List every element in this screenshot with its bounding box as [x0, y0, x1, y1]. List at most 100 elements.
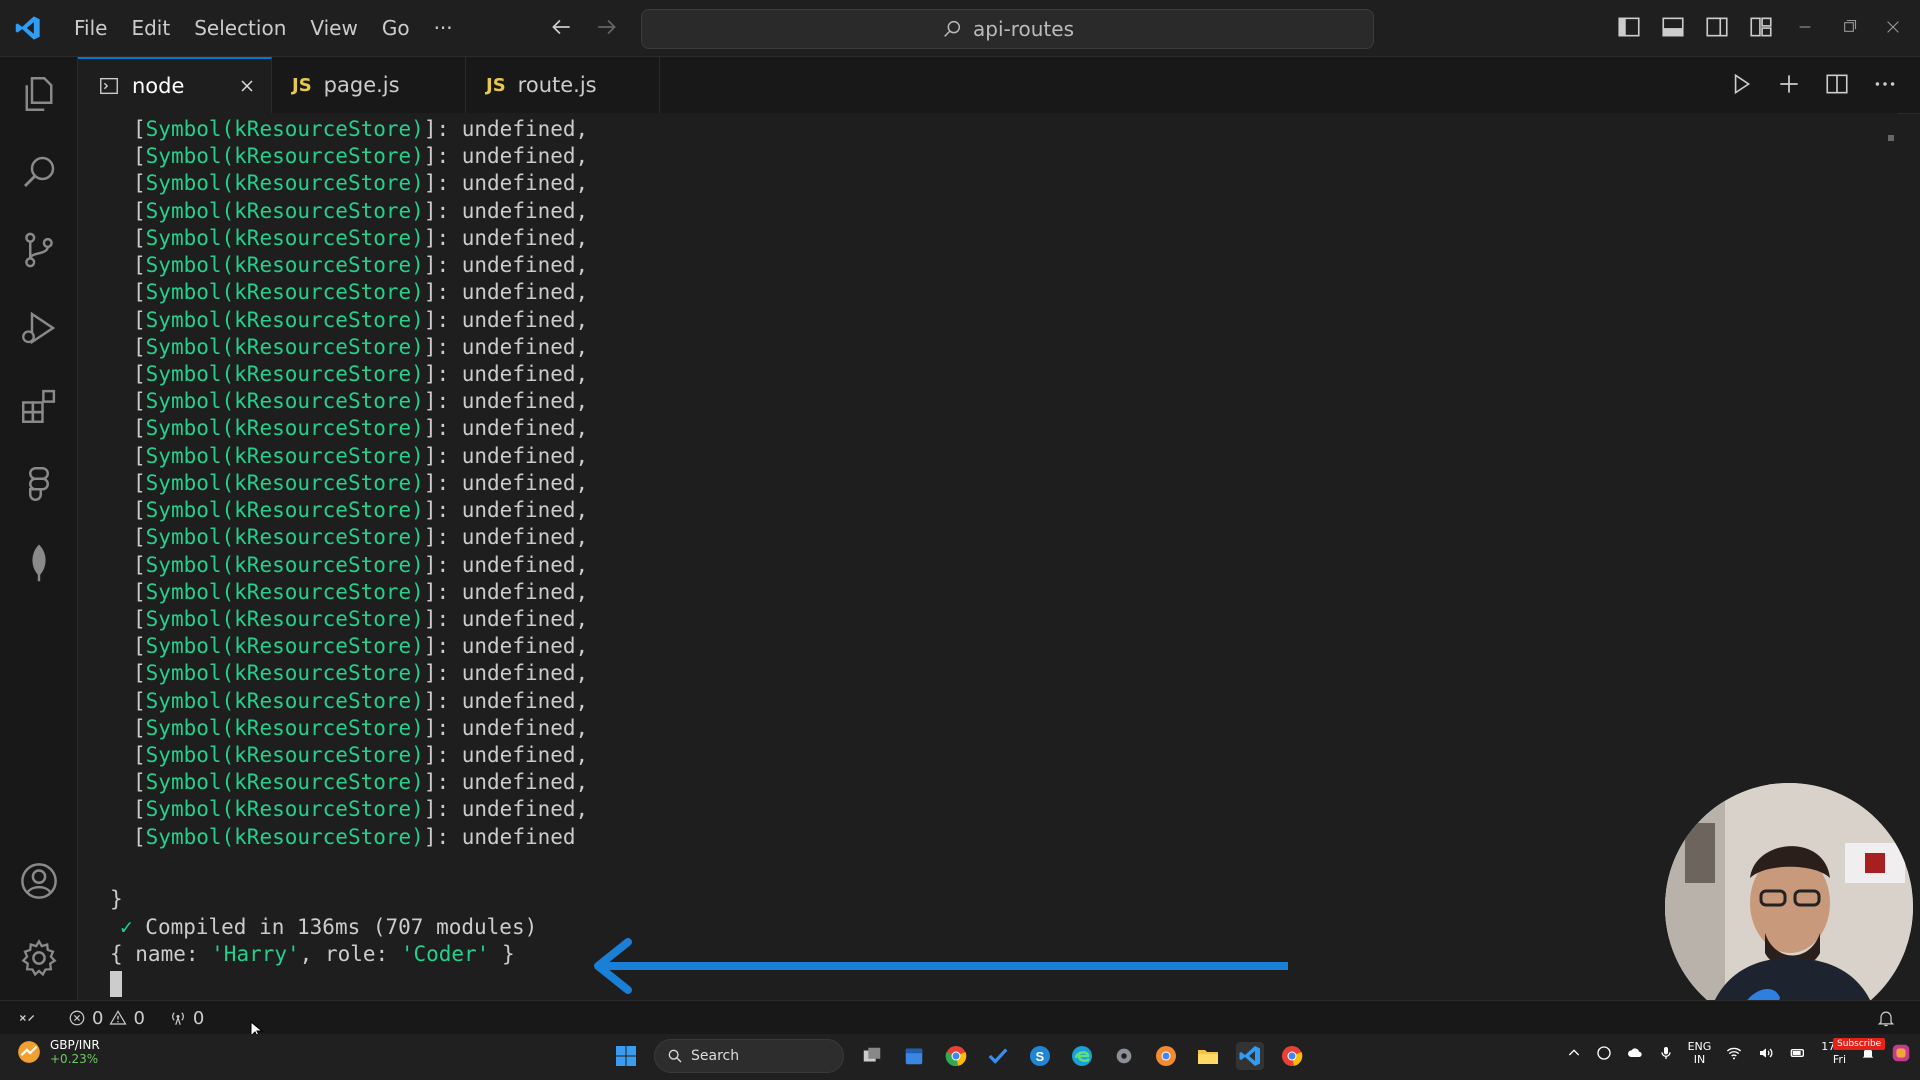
line-symbol: Symbol(kResourceStore) [145, 307, 424, 332]
terminal-line: [Symbol(kResourceStore)]: undefined, [133, 360, 588, 388]
restore-icon[interactable] [1836, 14, 1862, 40]
line-open: [ [133, 525, 146, 550]
ports-indicator[interactable]: 0 [169, 1008, 204, 1029]
line-comma: , [575, 144, 589, 169]
line-open: [ [133, 225, 146, 250]
terminal-output[interactable]: [Symbol(kResourceStore)]: undefined, [Sym… [78, 113, 1898, 1000]
tab-route-js[interactable]: JS route.js [466, 57, 660, 113]
back-arrow-icon[interactable] [548, 14, 574, 40]
chevron-up-icon[interactable] [1566, 1045, 1582, 1061]
toggle-panel-icon[interactable] [1660, 14, 1686, 40]
line-symbol: Symbol(kResourceStore) [145, 416, 424, 441]
output-object: { name: 'Harry', role: 'Coder' } [110, 940, 515, 968]
output-name: 'Harry' [211, 942, 300, 966]
toggle-primary-sidebar-icon[interactable] [1616, 14, 1642, 40]
source-control-icon[interactable] [18, 229, 60, 271]
split-editor-icon[interactable] [1824, 71, 1850, 97]
language-indicator[interactable]: ENG IN [1688, 1040, 1712, 1066]
mongodb-leaf-icon[interactable] [18, 541, 60, 583]
problems-indicator[interactable]: 0 0 [68, 1008, 145, 1029]
close-window-icon[interactable] [1880, 14, 1906, 40]
menu-selection[interactable]: Selection [182, 0, 298, 56]
output-middle: , role: [299, 942, 401, 966]
broadcast-icon [172, 1012, 184, 1025]
line-symbol: Symbol(kResourceStore) [145, 743, 424, 767]
file-explorer-icon[interactable] [1194, 1042, 1222, 1070]
terminal-line: [Symbol(kResourceStore)]: undefined, [133, 387, 588, 415]
figma-icon[interactable] [18, 463, 60, 505]
battery-icon[interactable] [1789, 1045, 1807, 1061]
menu-go[interactable]: Go [370, 0, 422, 56]
run-debug-icon[interactable] [18, 307, 60, 349]
vscode-logo-icon[interactable] [14, 14, 42, 42]
edge-icon[interactable] [1068, 1042, 1096, 1070]
more-actions-icon[interactable] [1872, 71, 1898, 97]
vscode-taskbar-icon[interactable] [1236, 1042, 1264, 1070]
onedrive-cloud-icon[interactable] [1626, 1045, 1644, 1061]
stock-change: +0.23% [50, 1052, 99, 1066]
search-label: Search [691, 1048, 740, 1064]
terminal-line: [Symbol(kResourceStore)]: undefined, [133, 741, 588, 769]
forward-arrow-icon[interactable] [594, 14, 620, 40]
microphone-icon[interactable] [1658, 1045, 1674, 1061]
close-tab-icon[interactable] [237, 76, 257, 96]
line-symbol: Symbol(kResourceStore) [145, 715, 424, 740]
line-symbol: Symbol(kResourceStore) [145, 198, 424, 223]
chrome-icon[interactable] [942, 1042, 970, 1070]
skype-icon[interactable]: S [1026, 1042, 1054, 1070]
tray-app-icon[interactable] [1596, 1045, 1612, 1061]
menu-view[interactable]: View [298, 0, 369, 56]
notifications-bell-icon[interactable] [1876, 1008, 1896, 1028]
line-symbol: Symbol(kResourceStore) [145, 824, 424, 849]
line-comma: , [575, 307, 589, 332]
line-close: ]: [423, 824, 462, 849]
windows-start-icon[interactable] [612, 1042, 640, 1070]
task-view-icon[interactable] [858, 1042, 886, 1070]
line-close: ]: [423, 225, 462, 250]
terminal-line: [Symbol(kResourceStore)]: undefined, [133, 714, 588, 742]
line-value: undefined [461, 225, 576, 250]
menu-file[interactable]: File [62, 0, 119, 56]
menu-edit[interactable]: Edit [119, 0, 182, 56]
menu-more[interactable]: ··· [422, 0, 465, 56]
minimize-icon[interactable] [1792, 14, 1818, 40]
volume-icon[interactable] [1757, 1045, 1775, 1061]
tab-node[interactable]: node [78, 57, 272, 113]
todo-check-icon[interactable] [984, 1042, 1012, 1070]
line-symbol: Symbol(kResourceStore) [145, 117, 424, 141]
calendar-app-icon[interactable] [900, 1042, 928, 1070]
line-open: [ [133, 688, 146, 713]
remote-indicator[interactable] [0, 1001, 54, 1035]
stock-widget[interactable]: GBP/INR +0.23% [16, 1038, 100, 1066]
terminal-line: [Symbol(kResourceStore)]: undefined, [133, 469, 588, 497]
line-value: undefined [461, 334, 576, 359]
accounts-icon[interactable] [18, 860, 60, 902]
run-icon[interactable] [1728, 71, 1754, 97]
chrome-canary-icon[interactable] [1278, 1042, 1306, 1070]
explorer-icon[interactable] [18, 73, 60, 115]
line-value: undefined [461, 253, 576, 278]
line-open: [ [133, 634, 146, 659]
line-comma: , [575, 552, 589, 577]
settings-app-icon[interactable] [1110, 1042, 1138, 1070]
customize-layout-icon[interactable] [1748, 14, 1774, 40]
language-top: ENG [1687, 1040, 1712, 1053]
search-view-icon[interactable] [18, 151, 60, 193]
tab-page-js[interactable]: JS page.js [272, 57, 466, 113]
settings-gear-icon[interactable] [18, 937, 60, 979]
line-symbol: Symbol(kResourceStore) [145, 253, 424, 278]
command-center[interactable]: api-routes [641, 9, 1374, 49]
new-terminal-plus-icon[interactable] [1776, 71, 1802, 97]
line-comma: , [575, 117, 589, 141]
line-close: ]: [423, 770, 462, 795]
svg-text:S: S [1036, 1049, 1045, 1064]
extensions-icon[interactable] [18, 385, 60, 427]
line-value: undefined [461, 307, 576, 332]
chrome-dev-icon[interactable] [1152, 1042, 1180, 1070]
copilot-icon[interactable] [1890, 1042, 1912, 1064]
toggle-secondary-sidebar-icon[interactable] [1704, 14, 1730, 40]
wifi-icon[interactable] [1725, 1045, 1743, 1061]
line-comma: , [575, 171, 589, 196]
line-close: ]: [423, 443, 462, 468]
taskbar-search[interactable]: Search [654, 1039, 844, 1073]
